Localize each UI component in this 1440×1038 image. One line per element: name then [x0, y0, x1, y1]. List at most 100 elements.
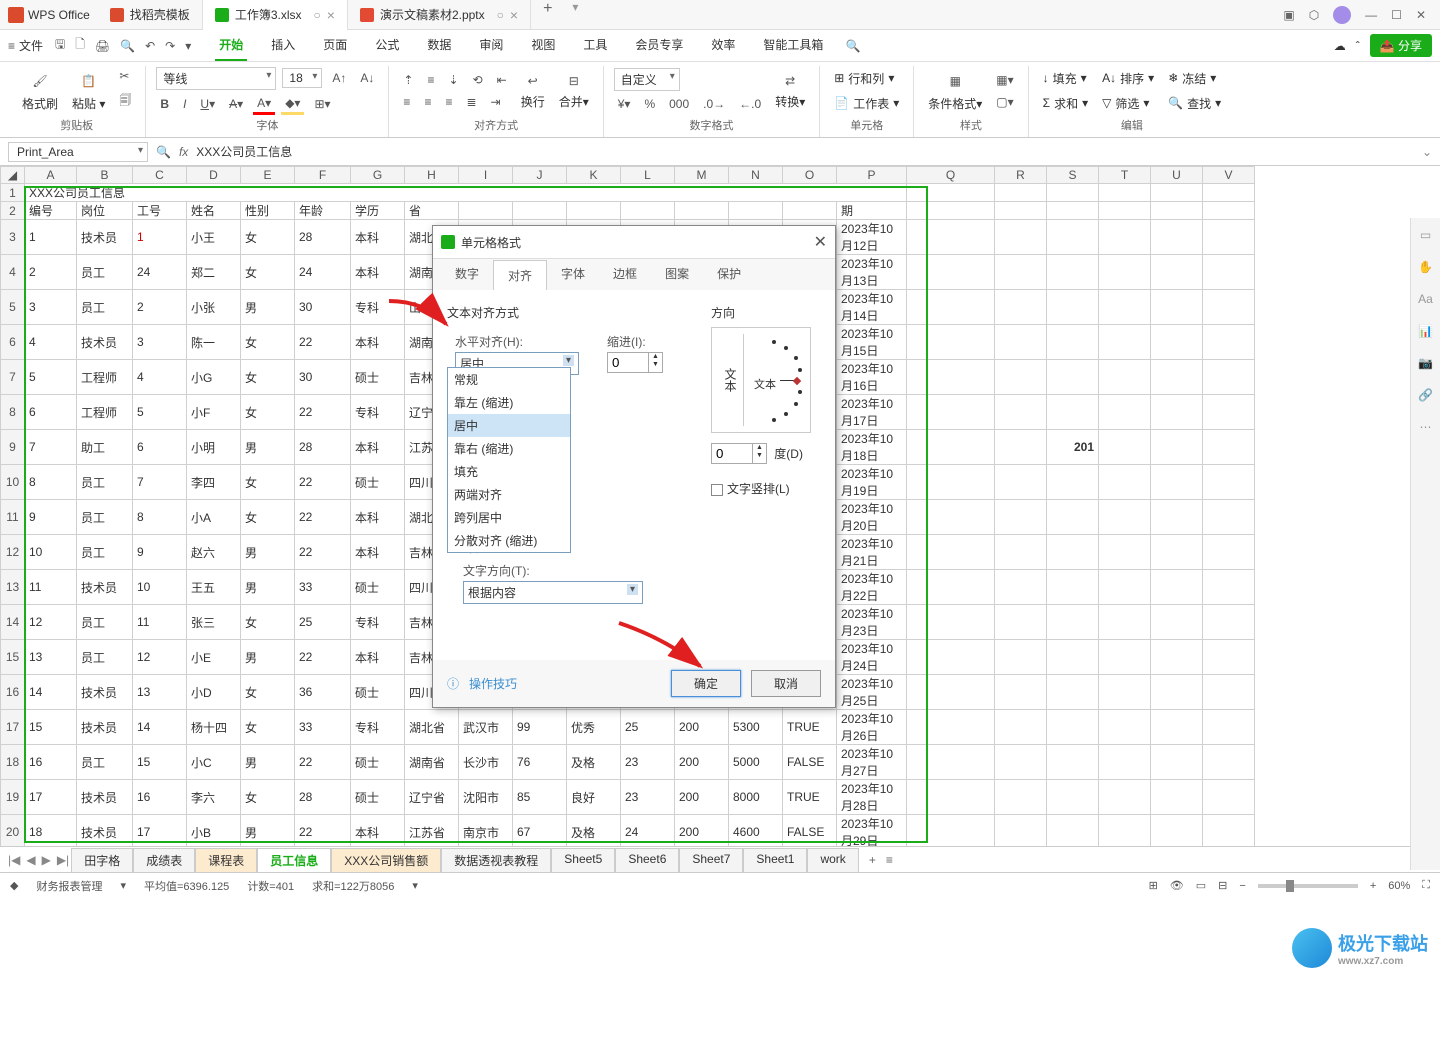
print-preview-icon[interactable]: 🔍: [120, 39, 135, 53]
panel-icon[interactable]: ▣: [1283, 8, 1294, 22]
fullscreen-icon[interactable]: ⛶: [1422, 879, 1430, 892]
sum-button[interactable]: Σ求和▾: [1039, 93, 1092, 114]
cell[interactable]: 2023年10月14日: [837, 290, 907, 325]
vertical-text-checkbox[interactable]: 文字竖排(L): [711, 480, 821, 497]
cell[interactable]: [1099, 815, 1151, 847]
cell[interactable]: 5300: [729, 710, 783, 745]
row-header[interactable]: 19: [1, 780, 25, 815]
cell[interactable]: 2: [25, 255, 77, 290]
cell[interactable]: [1099, 570, 1151, 605]
h-align-option[interactable]: 居中: [448, 414, 570, 437]
cell[interactable]: [995, 605, 1047, 640]
cell[interactable]: 6: [25, 395, 77, 430]
cell[interactable]: 2023年10月18日: [837, 430, 907, 465]
cell[interactable]: [1203, 255, 1255, 290]
spin-up-icon[interactable]: ▲: [649, 353, 662, 361]
indent-input[interactable]: [608, 353, 648, 372]
header-cell[interactable]: 年龄: [295, 202, 351, 220]
select-tool-icon[interactable]: ▭: [1417, 226, 1435, 244]
cell[interactable]: [1047, 360, 1099, 395]
align-center-button[interactable]: ≡: [420, 93, 435, 111]
header-cell[interactable]: [567, 202, 621, 220]
cell[interactable]: 2023年10月19日: [837, 465, 907, 500]
cell[interactable]: 17: [25, 780, 77, 815]
menu-tab-数据[interactable]: 数据: [423, 30, 455, 61]
tips-link[interactable]: 操作技巧: [469, 675, 517, 692]
cell[interactable]: [1203, 710, 1255, 745]
cell[interactable]: 22: [295, 500, 351, 535]
cell[interactable]: [995, 465, 1047, 500]
cell[interactable]: 湖南省: [405, 745, 459, 780]
cell[interactable]: 22: [295, 465, 351, 500]
col-header[interactable]: I: [459, 167, 513, 184]
col-header[interactable]: F: [295, 167, 351, 184]
cell[interactable]: [907, 710, 995, 745]
cell[interactable]: [1047, 815, 1099, 847]
cell[interactable]: 12: [25, 605, 77, 640]
h-align-option[interactable]: 常规: [448, 368, 570, 391]
cell[interactable]: 及格: [567, 745, 621, 780]
save-icon[interactable]: 🖫: [55, 35, 65, 56]
font-size-combo[interactable]: 18: [282, 68, 322, 88]
row-header[interactable]: 12: [1, 535, 25, 570]
cell[interactable]: 技术员: [77, 220, 133, 255]
find-button[interactable]: 🔍查找▾: [1164, 93, 1225, 114]
row-header[interactable]: 20: [1, 815, 25, 847]
cell[interactable]: 工程师: [77, 395, 133, 430]
cell[interactable]: 小明: [187, 430, 241, 465]
cell[interactable]: 8: [25, 465, 77, 500]
qat-dropdown-icon[interactable]: ▾: [185, 39, 191, 53]
cell[interactable]: [1099, 500, 1151, 535]
cube-icon[interactable]: ⬡: [1309, 8, 1319, 22]
undo-icon[interactable]: ↶: [145, 39, 155, 53]
cell[interactable]: 员工: [77, 255, 133, 290]
cell[interactable]: [1047, 570, 1099, 605]
number-format-combo[interactable]: 自定义: [614, 68, 680, 91]
cell[interactable]: 200: [675, 815, 729, 847]
cell[interactable]: [995, 430, 1047, 465]
spin-down-icon[interactable]: ▼: [753, 452, 766, 460]
cell[interactable]: [1203, 184, 1255, 202]
copy-button[interactable]: 🗐: [115, 89, 135, 114]
orientation-dial[interactable]: 文本: [744, 334, 804, 426]
cell[interactable]: 15: [25, 710, 77, 745]
cell[interactable]: 及格: [567, 815, 621, 847]
header-cell[interactable]: [621, 202, 675, 220]
cell[interactable]: 8: [133, 500, 187, 535]
cell[interactable]: 女: [241, 325, 295, 360]
cell[interactable]: [995, 202, 1047, 220]
cell[interactable]: [1203, 605, 1255, 640]
cell[interactable]: 硕士: [351, 465, 405, 500]
row-col-button[interactable]: ⊞行和列▾: [830, 68, 903, 89]
cell[interactable]: [1099, 395, 1151, 430]
cell[interactable]: 本科: [351, 325, 405, 360]
cell[interactable]: 24: [295, 255, 351, 290]
cell[interactable]: [1151, 430, 1203, 465]
cell[interactable]: [1151, 290, 1203, 325]
col-header[interactable]: K: [567, 167, 621, 184]
col-header[interactable]: H: [405, 167, 459, 184]
cell[interactable]: 员工: [77, 290, 133, 325]
cell-style-button[interactable]: ▢▾: [992, 93, 1017, 111]
close-button[interactable]: ✕: [1416, 8, 1426, 22]
cell[interactable]: [1151, 675, 1203, 710]
cell[interactable]: [1151, 255, 1203, 290]
cell[interactable]: 22: [295, 535, 351, 570]
cell[interactable]: 15: [133, 745, 187, 780]
sheet-last-icon[interactable]: ▶|: [57, 853, 69, 867]
cell[interactable]: [907, 202, 995, 220]
cell[interactable]: 22: [295, 325, 351, 360]
sheet-tab[interactable]: Sheet5: [551, 848, 615, 872]
view-eye-icon[interactable]: 👁: [1170, 879, 1184, 892]
menu-tab-页面[interactable]: 页面: [319, 30, 351, 61]
cell[interactable]: [1099, 745, 1151, 780]
cell[interactable]: [1203, 430, 1255, 465]
cell[interactable]: [1047, 535, 1099, 570]
cell[interactable]: 男: [241, 745, 295, 780]
table-style-button[interactable]: ▦▾: [992, 71, 1017, 89]
cell[interactable]: 女: [241, 465, 295, 500]
row-header[interactable]: 18: [1, 745, 25, 780]
cell[interactable]: 6: [133, 430, 187, 465]
col-header[interactable]: J: [513, 167, 567, 184]
cell[interactable]: 85: [513, 780, 567, 815]
